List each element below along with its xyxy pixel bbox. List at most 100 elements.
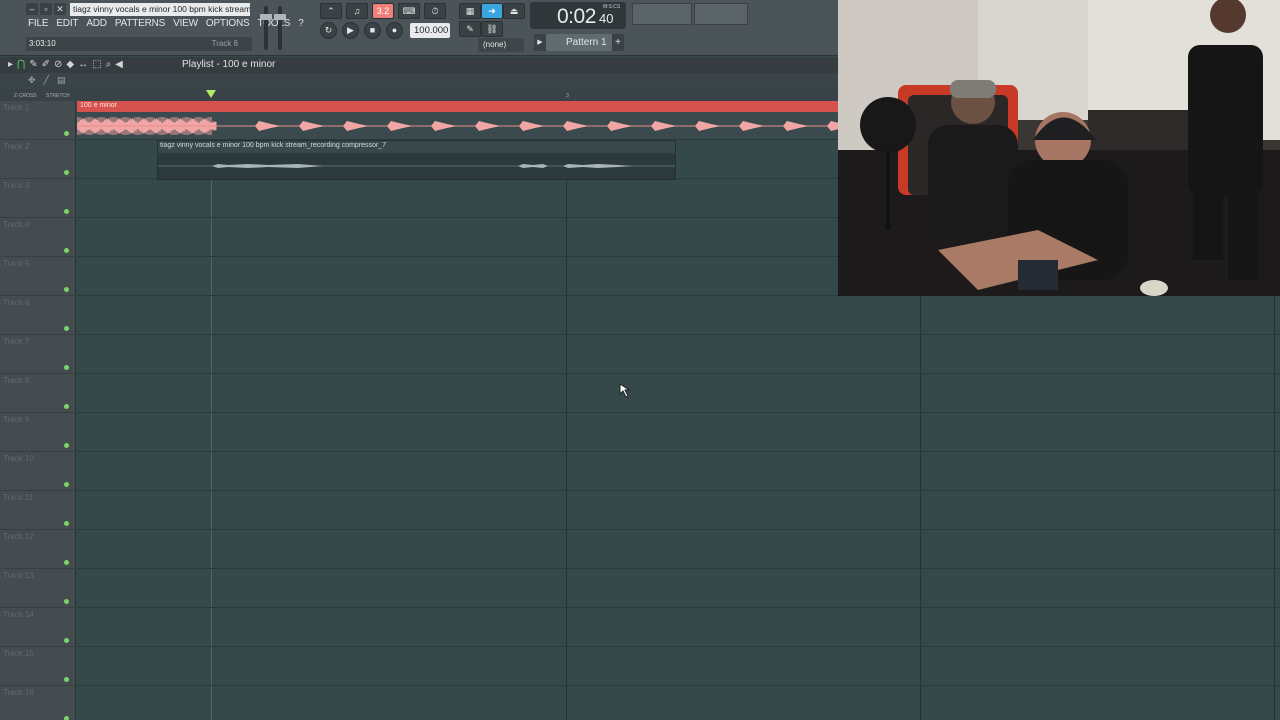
close-button[interactable]: ✕ bbox=[54, 3, 66, 15]
track-header[interactable]: Track 5 bbox=[0, 257, 76, 296]
pattern-prev-icon[interactable]: ▶ bbox=[534, 34, 546, 51]
mouse-cursor-icon bbox=[619, 383, 631, 398]
timeline-ruler[interactable] bbox=[0, 89, 838, 101]
crossfade-toggle[interactable]: Z-CROSS bbox=[14, 93, 37, 99]
playlist-arrow-icon[interactable]: ➜ bbox=[481, 3, 503, 19]
track-enable-led[interactable] bbox=[64, 170, 69, 175]
kick-transient bbox=[475, 121, 501, 131]
playback-tool-icon[interactable]: ◀ bbox=[115, 59, 123, 71]
track-enable-led[interactable] bbox=[64, 599, 69, 604]
track-header[interactable]: Track 15 bbox=[0, 647, 76, 686]
track-header[interactable]: Track 10 bbox=[0, 452, 76, 491]
menu-patterns[interactable]: PATTERNS bbox=[115, 18, 165, 29]
options-arrow-icon[interactable]: ▸ bbox=[8, 59, 13, 71]
stop-icon[interactable]: ■ bbox=[364, 22, 381, 39]
draw-tool-icon[interactable]: ✎ bbox=[29, 59, 37, 71]
paint-tool-icon[interactable]: ✐ bbox=[42, 59, 50, 71]
track-row-divider bbox=[77, 373, 1280, 374]
audio-clip-vocals[interactable]: tiagz vinny vocals e minor 100 bpm kick … bbox=[157, 140, 676, 180]
clip-waveform bbox=[77, 117, 838, 135]
time-format-label: M:S:CS bbox=[603, 4, 621, 10]
pattern-selector[interactable]: Pattern 1 bbox=[546, 34, 622, 51]
fl-studio-window: – ▫ ✕ tiagz vinny vocals e minor 100 bpm… bbox=[0, 0, 1280, 720]
track-header[interactable]: Track 1 bbox=[0, 101, 76, 140]
play-icon[interactable]: ▶ bbox=[342, 22, 359, 39]
audio-clip-100-e-minor[interactable]: 100 e minor bbox=[77, 101, 838, 139]
pattern-add-icon[interactable]: + bbox=[612, 34, 624, 51]
menu-edit[interactable]: EDIT bbox=[56, 18, 78, 29]
playhead-marker[interactable] bbox=[206, 90, 216, 98]
stretch-toggle[interactable]: STRETCH bbox=[46, 93, 70, 99]
track-enable-led[interactable] bbox=[64, 482, 69, 487]
piano-roll-icon[interactable]: ▦ bbox=[459, 3, 481, 19]
minimize-button[interactable]: – bbox=[26, 3, 38, 15]
snap-select[interactable]: (none) bbox=[478, 38, 524, 52]
tempo-display[interactable]: 100.000 bbox=[410, 23, 450, 38]
mute-tool-icon[interactable]: ◆ bbox=[66, 59, 74, 71]
track-header[interactable]: Track 9 bbox=[0, 413, 76, 452]
mixer-icon[interactable]: ⏏ bbox=[503, 3, 525, 19]
track-name: Track 4 bbox=[3, 220, 30, 229]
kick-transient bbox=[387, 121, 413, 131]
mode-badge[interactable]: 3.2 bbox=[372, 3, 394, 19]
clip-title: 100 e minor bbox=[80, 102, 117, 109]
clip-header[interactable]: tiagz vinny vocals e minor 100 bpm kick … bbox=[158, 141, 675, 153]
brush-icon[interactable]: ✎ bbox=[459, 21, 481, 37]
select-tool-icon[interactable]: ⬚ bbox=[92, 59, 101, 71]
track-enable-led[interactable] bbox=[64, 404, 69, 409]
master-volume-slider[interactable] bbox=[260, 6, 272, 50]
song-mode-icon[interactable]: ⌃ bbox=[320, 3, 342, 19]
link-icon[interactable]: ⛓ bbox=[481, 21, 503, 37]
track-header[interactable]: Track 6 bbox=[0, 296, 76, 335]
track-name: Track 2 bbox=[3, 142, 30, 151]
scroll-arrows-icon[interactable]: ✥ bbox=[28, 75, 36, 86]
menu-view[interactable]: VIEW bbox=[173, 18, 198, 29]
track-enable-led[interactable] bbox=[64, 716, 69, 720]
delete-tool-icon[interactable]: ⊘ bbox=[54, 59, 62, 71]
clip-header[interactable]: 100 e minor bbox=[77, 101, 838, 112]
loop-icon[interactable]: ↻ bbox=[320, 22, 337, 39]
track-header[interactable]: Track 11 bbox=[0, 491, 76, 530]
track-enable-led[interactable] bbox=[64, 248, 69, 253]
webcam-overlay bbox=[838, 0, 1280, 296]
track-enable-led[interactable] bbox=[64, 638, 69, 643]
track-enable-led[interactable] bbox=[64, 365, 69, 370]
menu-help[interactable]: ? bbox=[298, 18, 304, 29]
track-header[interactable]: Track 7 bbox=[0, 335, 76, 374]
track-header[interactable]: Track 12 bbox=[0, 530, 76, 569]
track-enable-led[interactable] bbox=[64, 209, 69, 214]
slip-tool-icon[interactable]: ↔ bbox=[78, 59, 88, 71]
menu-file[interactable]: FILE bbox=[28, 18, 49, 29]
track-enable-led[interactable] bbox=[64, 443, 69, 448]
typing-keyboard-icon[interactable]: ⌨ bbox=[398, 3, 420, 19]
kick-transient bbox=[827, 121, 838, 131]
playhead-line bbox=[211, 101, 212, 720]
kick-transient bbox=[431, 121, 457, 131]
master-pitch-slider[interactable] bbox=[274, 6, 286, 50]
magnet-icon[interactable]: ⋂ bbox=[17, 59, 25, 71]
track-enable-led[interactable] bbox=[64, 677, 69, 682]
track-header[interactable]: Track 2 bbox=[0, 140, 76, 179]
restore-button[interactable]: ▫ bbox=[40, 3, 52, 15]
menu-add[interactable]: ADD bbox=[86, 18, 107, 29]
track-enable-led[interactable] bbox=[64, 560, 69, 565]
track-header[interactable]: Track 4 bbox=[0, 218, 76, 257]
track-enable-led[interactable] bbox=[64, 287, 69, 292]
track-enable-led[interactable] bbox=[64, 326, 69, 331]
playlist-title[interactable]: Playlist - 100 e minor bbox=[182, 58, 275, 72]
track-enable-led[interactable] bbox=[64, 131, 69, 136]
track-header[interactable]: Track 8 bbox=[0, 374, 76, 413]
pencil-icon[interactable]: ╱ bbox=[44, 75, 49, 86]
record-icon[interactable]: ● bbox=[386, 22, 403, 39]
countdown-icon[interactable]: ⏱ bbox=[424, 3, 446, 19]
menu-options[interactable]: OPTIONS bbox=[206, 18, 250, 29]
project-title: tiagz vinny vocals e minor 100 bpm kick … bbox=[70, 3, 250, 16]
step-edit-icon[interactable]: ♫ bbox=[346, 3, 368, 19]
track-header[interactable]: Track 3 bbox=[0, 179, 76, 218]
grid-icon[interactable]: ▤ bbox=[57, 75, 66, 86]
zoom-tool-icon[interactable]: ⌕ bbox=[106, 59, 112, 71]
track-header[interactable]: Track 14 bbox=[0, 608, 76, 647]
track-header[interactable]: Track 13 bbox=[0, 569, 76, 608]
track-enable-led[interactable] bbox=[64, 521, 69, 526]
track-header[interactable]: Track 16 bbox=[0, 686, 76, 720]
